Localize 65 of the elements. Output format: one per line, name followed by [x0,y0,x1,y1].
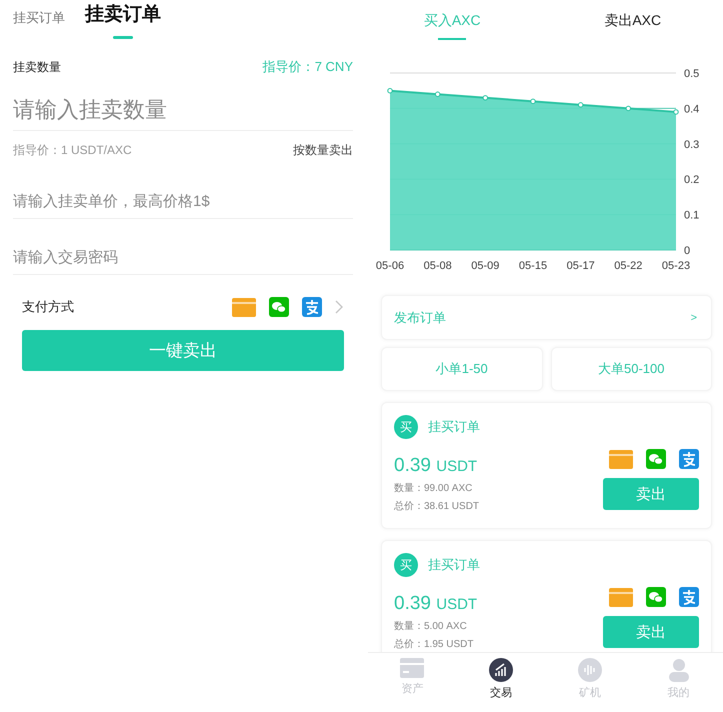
y-tick-label: 0.1 [684,210,700,222]
order-title: 挂买订单 [428,556,480,574]
nav-tab[interactable]: 我的 [634,653,723,712]
order-tab[interactable]: 挂买订单 [13,0,65,38]
order-quantity: 数量：99.00 AXC [394,482,474,495]
x-tick-label: 05-22 [614,260,642,272]
y-tick-label: 0.2 [684,174,700,186]
arrow-label: > [690,312,697,324]
alipay-icon [679,449,699,469]
nav-tab[interactable]: 资产 [368,653,457,712]
order-total: 总价：38.61 USDT [394,500,480,513]
quantity-label: 挂卖数量 [13,58,61,76]
unit-guide-price: 指导价：1 USDT/AXC [13,142,132,159]
y-tick-label: 0.3 [684,138,700,151]
card-icon [609,588,633,606]
data-point [482,95,488,100]
market-tab[interactable]: 买入AXC [362,12,542,40]
sell-button[interactable]: 卖出 [603,616,699,648]
sell-now-button[interactable]: 一键卖出 [22,330,344,371]
wechat-icon [646,449,666,469]
card-icon [400,658,424,678]
x-tick-label: 05-09 [471,260,500,272]
x-tick-label: 05-23 [662,260,690,272]
x-tick-label: 05-15 [518,260,548,272]
data-point [434,92,440,97]
chevron-icon[interactable] [335,300,343,314]
market-tab[interactable]: 卖出AXC [542,12,723,40]
order-quantity: 数量：5.00 AXC [394,620,468,633]
payment-label: 支付方式 [22,298,74,316]
y-tick-label: 0.5 [684,68,700,80]
order-price: 0.39 USDT [394,593,478,615]
card-icon [232,298,256,316]
guide-price: 指导价：7 CNY [262,58,353,76]
order-price: 0.39 USDT [394,455,478,477]
order-title: 挂买订单 [428,418,480,436]
order-tab[interactable]: 挂卖订单 [85,0,161,41]
data-point [626,106,632,112]
sell-by-quantity-link[interactable]: 按数量卖出 [293,142,353,159]
sell-button[interactable]: 卖出 [603,478,699,510]
x-tick-label: 05-17 [566,260,595,272]
wechat-icon [269,297,289,317]
size-filter[interactable]: 小单1-50 [381,347,542,391]
publish-order-label: 发布订单 [394,308,446,326]
data-point [530,98,536,104]
wechat-icon [646,587,666,607]
publish-order-link[interactable]: 发布订单 > [381,295,712,340]
person-icon [668,658,690,682]
buy-badge: 买 [394,553,418,577]
buy-badge: 买 [394,415,418,439]
data-point [578,102,584,108]
order-total: 总价：1.95 USDT [394,638,474,651]
nav-tab[interactable]: 交易 [456,653,546,712]
y-tick-label: 0 [684,245,690,257]
size-filter[interactable]: 大单50-100 [550,347,712,391]
alipay-icon [302,297,322,317]
y-tick-label: 0.4 [684,103,700,116]
x-tick-label: 05-08 [424,260,452,272]
alipay-icon [679,587,699,607]
sound-wave-icon [578,658,602,682]
nav-tab[interactable]: 矿机 [546,653,634,712]
data-point [673,109,679,115]
x-tick-label: 05-06 [376,260,404,272]
chart-icon [489,658,514,682]
data-point [387,88,393,94]
card-icon [609,450,633,468]
